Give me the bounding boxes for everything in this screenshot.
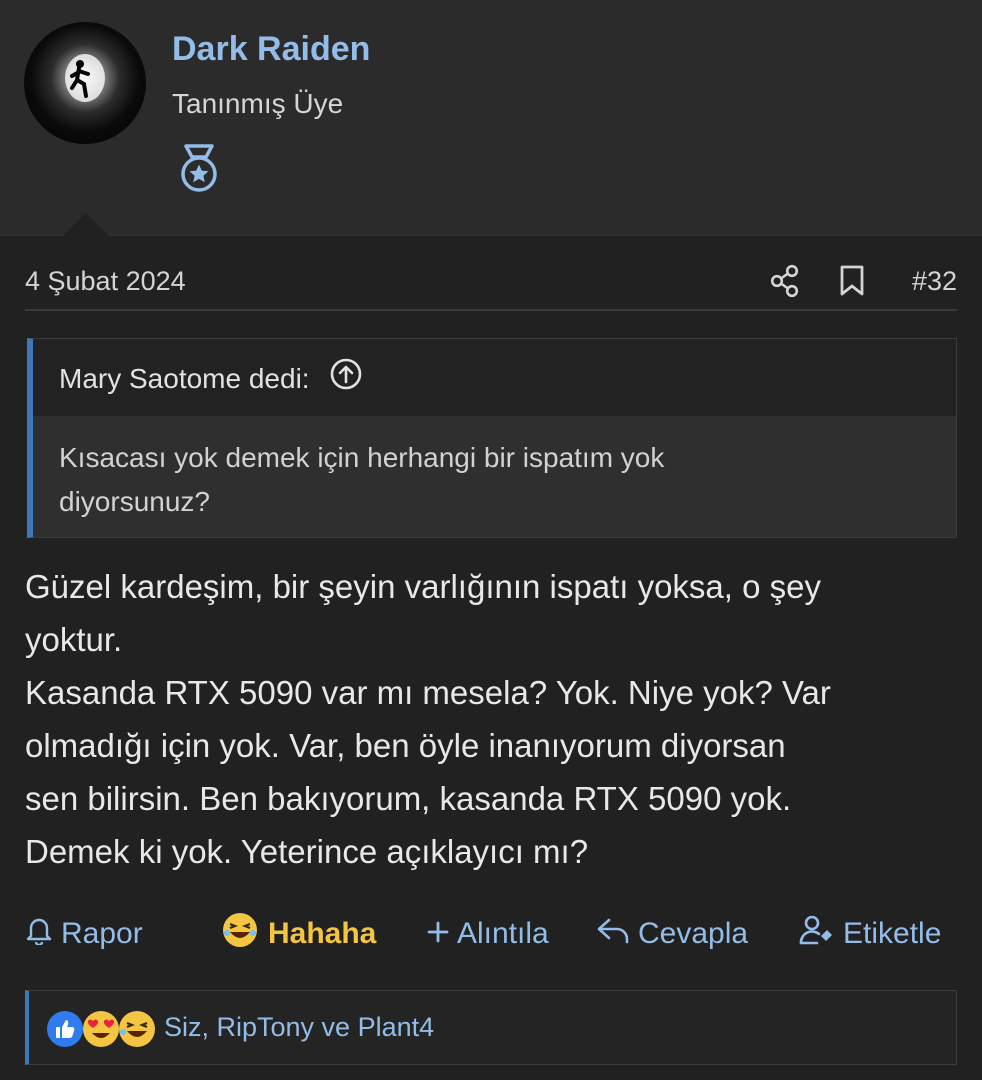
user-title: Tanınmış Üye [172,88,344,119]
haha-reaction-button[interactable]: Hahaha [220,910,376,958]
post-line: yoktur. [25,621,123,658]
bookmark-icon[interactable] [839,264,865,303]
like-icon [45,1009,85,1054]
quote-header[interactable]: Mary Saotome dedi: [33,339,956,416]
report-label: Rapor [61,917,143,950]
post-line: Demek ki yok. Yeterince açıklayıcı mı? [25,833,589,870]
laughing-icon [220,910,268,958]
share-icon[interactable] [769,264,801,303]
laughing-icon [117,1009,157,1054]
username[interactable]: Dark Raiden [172,30,370,69]
report-button[interactable]: Rapor [25,910,143,958]
medal-icon [178,143,220,200]
post-meta: 4 Şubat 2024 #32 [25,262,957,302]
reaction-summary[interactable]: Siz, RipTony ve Plant4 [25,990,957,1065]
tag-button[interactable]: Etiketle [799,910,941,958]
quote-line: Kısacası yok demek için herhangi bir isp… [59,442,665,473]
plus-icon [427,917,457,951]
quote-block: Mary Saotome dedi: Kısacası yok demek iç… [27,338,957,538]
reply-label: Cevapla [638,917,749,950]
post-body: Güzel kardeşim, bir şeyin varlığının isp… [25,560,960,878]
arrow-up-circle-icon[interactable] [329,357,363,398]
post-date[interactable]: 4 Şubat 2024 [25,266,186,297]
reaction-users[interactable]: Siz, RipTony ve Plant4 [164,1012,434,1043]
post-line: Kasanda RTX 5090 var mı mesela? Yok. Niy… [25,674,831,711]
heart-eyes-icon [81,1009,121,1054]
bell-icon [25,915,61,953]
post-actions: Rapor Hahaha Alıntıla Cevapla Etiketle [25,910,957,958]
avatar[interactable] [24,22,146,144]
quote-line: diyorsunuz? [59,486,210,517]
divider [25,309,957,311]
post-number[interactable]: #32 [912,266,957,297]
reply-button[interactable]: Cevapla [596,910,748,958]
user-tag-icon [799,914,843,954]
header-pointer [62,213,110,237]
reply-arrow-icon [596,915,638,953]
reaction-icons [45,1008,160,1048]
post-line: sen bilirsin. Ben bakıyorum, kasanda RTX… [25,780,792,817]
quote-label: Alıntıla [457,917,549,950]
user-header: Dark Raiden Tanınmış Üye [0,0,982,237]
quote-author[interactable]: Mary Saotome dedi: [59,363,310,394]
haha-label: Hahaha [268,917,377,950]
quote-button[interactable]: Alıntıla [427,910,549,958]
post-line: olmadığı için yok. Var, ben öyle inanıyo… [25,727,786,764]
tag-label: Etiketle [843,917,942,950]
quote-text: Kısacası yok demek için herhangi bir isp… [33,416,956,524]
post-line: Güzel kardeşim, bir şeyin varlığının isp… [25,568,821,605]
